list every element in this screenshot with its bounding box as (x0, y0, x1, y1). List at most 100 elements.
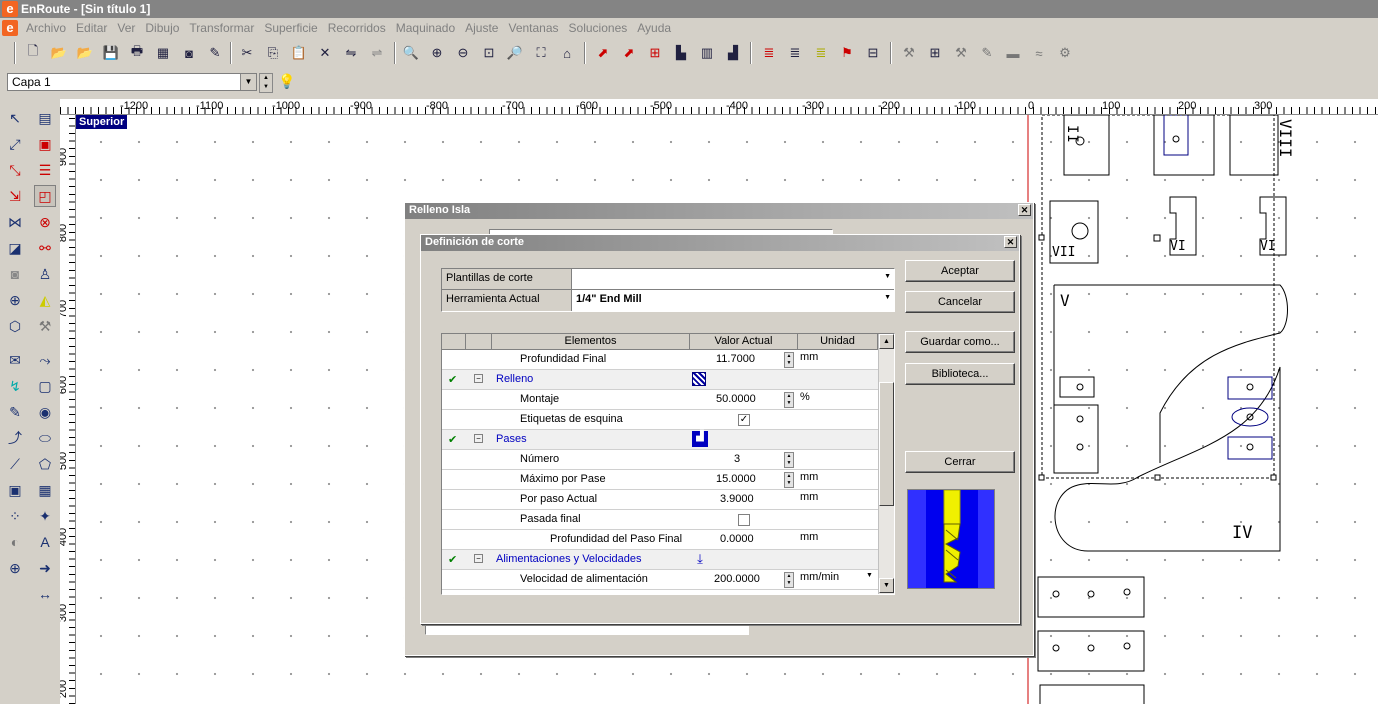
text-icon[interactable]: A (34, 531, 56, 553)
transform-icon[interactable]: ⬈ (592, 42, 614, 64)
grid-icon[interactable]: ▦ (152, 42, 174, 64)
chevron-down-icon[interactable]: ▼ (240, 74, 256, 90)
cancel-button[interactable]: Cancelar (905, 291, 1015, 313)
print-icon[interactable]: 🖶 (126, 42, 148, 64)
toolpath-icon[interactable]: ⚒ (950, 42, 972, 64)
layer-select[interactable]: Capa 1 ▼ (7, 73, 257, 91)
menu-archivo[interactable]: Archivo (21, 21, 71, 35)
scroll-down-icon[interactable]: ▼ (879, 578, 894, 593)
value-spinner[interactable]: ▲ ▼ (784, 472, 794, 488)
settings-grey-icon[interactable]: ≈ (1028, 42, 1050, 64)
target-icon[interactable]: ⊗ (34, 211, 56, 233)
star-icon[interactable]: ✦ (34, 505, 56, 527)
value-spinner[interactable]: ▲ ▼ (784, 572, 794, 588)
menu-maquinado[interactable]: Maquinado (391, 21, 460, 35)
menu-editar[interactable]: Editar (71, 21, 112, 35)
row-value[interactable]: 0.0000 (720, 533, 754, 545)
space-icon[interactable]: ▟ (722, 42, 744, 64)
row-value[interactable]: 200.0000 (714, 573, 760, 585)
delete-icon[interactable]: ✕ (314, 42, 336, 64)
row-value[interactable]: 11.7000 (716, 353, 755, 365)
templates-select[interactable]: ▼ (572, 269, 894, 290)
value-spinner[interactable]: ▲ ▼ (784, 452, 794, 468)
arrow-right-icon[interactable]: ➜ (34, 557, 56, 579)
camera-icon[interactable]: ◙ (178, 42, 200, 64)
row-value[interactable]: 3 (734, 453, 740, 465)
save-as-button[interactable]: Guardar como... (905, 331, 1015, 353)
offset-icon[interactable]: ⬡ (4, 315, 26, 337)
menu-ajuste[interactable]: Ajuste (460, 21, 503, 35)
app-menu-icon[interactable]: e (2, 20, 18, 36)
line-icon[interactable]: ⟋ (4, 453, 26, 475)
align-icon[interactable]: ▙ (670, 42, 692, 64)
close-button[interactable]: Cerrar (905, 451, 1015, 473)
scroll-up-icon[interactable]: ▲ (879, 334, 894, 349)
path-icon[interactable]: ⤳ (34, 349, 56, 371)
rectangle-icon[interactable]: ▢ (34, 375, 56, 397)
dimension-icon[interactable]: ↔ (34, 583, 56, 605)
dome-icon[interactable]: ◐ (4, 531, 26, 553)
distribute-icon[interactable]: ▥ (696, 42, 718, 64)
chevron-down-icon[interactable]: ▼ (884, 294, 891, 301)
grid-array-icon[interactable]: ▦ (34, 479, 56, 501)
check-icon[interactable]: ✔ (448, 433, 457, 446)
scale-icon[interactable]: ⬈ (618, 42, 640, 64)
row-value[interactable]: 50.0000 (716, 393, 756, 405)
menu-superficie[interactable]: Superficie (259, 21, 322, 35)
circles-array-icon[interactable]: ⁘ (4, 505, 26, 527)
close-icon[interactable]: ✕ (1004, 236, 1017, 248)
output-icon[interactable]: ⊞ (924, 42, 946, 64)
menu-ventanas[interactable]: Ventanas (503, 21, 563, 35)
arrow-blue-icon[interactable]: ↯ (4, 375, 26, 397)
mirror-icon[interactable]: ⇲ (4, 185, 26, 207)
collapse-icon[interactable]: − (474, 554, 483, 563)
lightbulb-icon[interactable]: 💡 (278, 73, 295, 90)
layers-stack-icon[interactable]: ≣ (784, 42, 806, 64)
check-icon[interactable]: ✔ (448, 553, 457, 566)
check-icon[interactable]: ✔ (448, 373, 457, 386)
zoom-in-icon[interactable]: ⊕ (426, 42, 448, 64)
rounded-rect-icon[interactable]: ▣ (4, 479, 26, 501)
merge-icon[interactable]: ◙ (4, 263, 26, 285)
lines-icon[interactable]: ☰ (34, 159, 56, 181)
cut-icon[interactable]: ✂ (236, 42, 258, 64)
corner-tags-checkbox[interactable]: ✓ (738, 414, 750, 426)
menu-transformar[interactable]: Transformar (184, 21, 259, 35)
select-arrow-icon[interactable]: ↖ (4, 107, 26, 129)
menu-recorridos[interactable]: Recorridos (323, 21, 391, 35)
row-value[interactable]: 3.9000 (720, 493, 754, 505)
node-edit-icon[interactable]: ⤢ (4, 133, 26, 155)
zoom-fit-icon[interactable]: ⊡ (478, 42, 500, 64)
scroll-thumb[interactable] (879, 382, 894, 506)
polyline-icon[interactable]: ⤴ (4, 427, 26, 449)
accept-button[interactable]: Aceptar (905, 260, 1015, 282)
flip-icon[interactable]: ⋈ (4, 211, 26, 233)
open-recent-icon[interactable]: 📂 (74, 42, 96, 64)
paint-icon[interactable]: ◭ (34, 289, 56, 311)
copy-icon[interactable]: ⎘ (262, 42, 284, 64)
table-scrollbar[interactable]: ▲ ▼ (878, 334, 894, 594)
menu-ver[interactable]: Ver (112, 21, 140, 35)
zoom-out-icon[interactable]: ⊖ (452, 42, 474, 64)
redo-icon[interactable]: ⇌ (366, 42, 388, 64)
passes-icon[interactable]: ▟ (692, 431, 708, 447)
layers-icon[interactable]: ≣ (758, 42, 780, 64)
undo-icon[interactable]: ⇋ (340, 42, 362, 64)
machine-icon[interactable]: ⚒ (898, 42, 920, 64)
flag-icon[interactable]: ⚑ (836, 42, 858, 64)
fill-pattern-icon[interactable] (692, 372, 706, 386)
collapse-icon[interactable]: − (474, 374, 483, 383)
value-spinner[interactable]: ▲ ▼ (784, 352, 794, 368)
menu-soluciones[interactable]: Soluciones (564, 21, 633, 35)
zoom-select-icon[interactable]: 🔍 (400, 42, 422, 64)
circle-icon[interactable]: ◉ (34, 401, 56, 423)
pan-icon[interactable]: ⌂ (556, 42, 578, 64)
save-icon[interactable]: 💾 (100, 42, 122, 64)
ellipse-icon[interactable]: ⬭ (34, 427, 56, 449)
text-box-icon[interactable]: ▤ (34, 107, 56, 129)
open-folder-icon[interactable]: 📂 (48, 42, 70, 64)
tool-select[interactable]: 1/4" End Mill ▼ (572, 290, 894, 311)
ruler-icon[interactable]: ✎ (204, 42, 226, 64)
simulate-icon[interactable]: ✎ (976, 42, 998, 64)
row-value[interactable]: 15.0000 (716, 473, 756, 485)
